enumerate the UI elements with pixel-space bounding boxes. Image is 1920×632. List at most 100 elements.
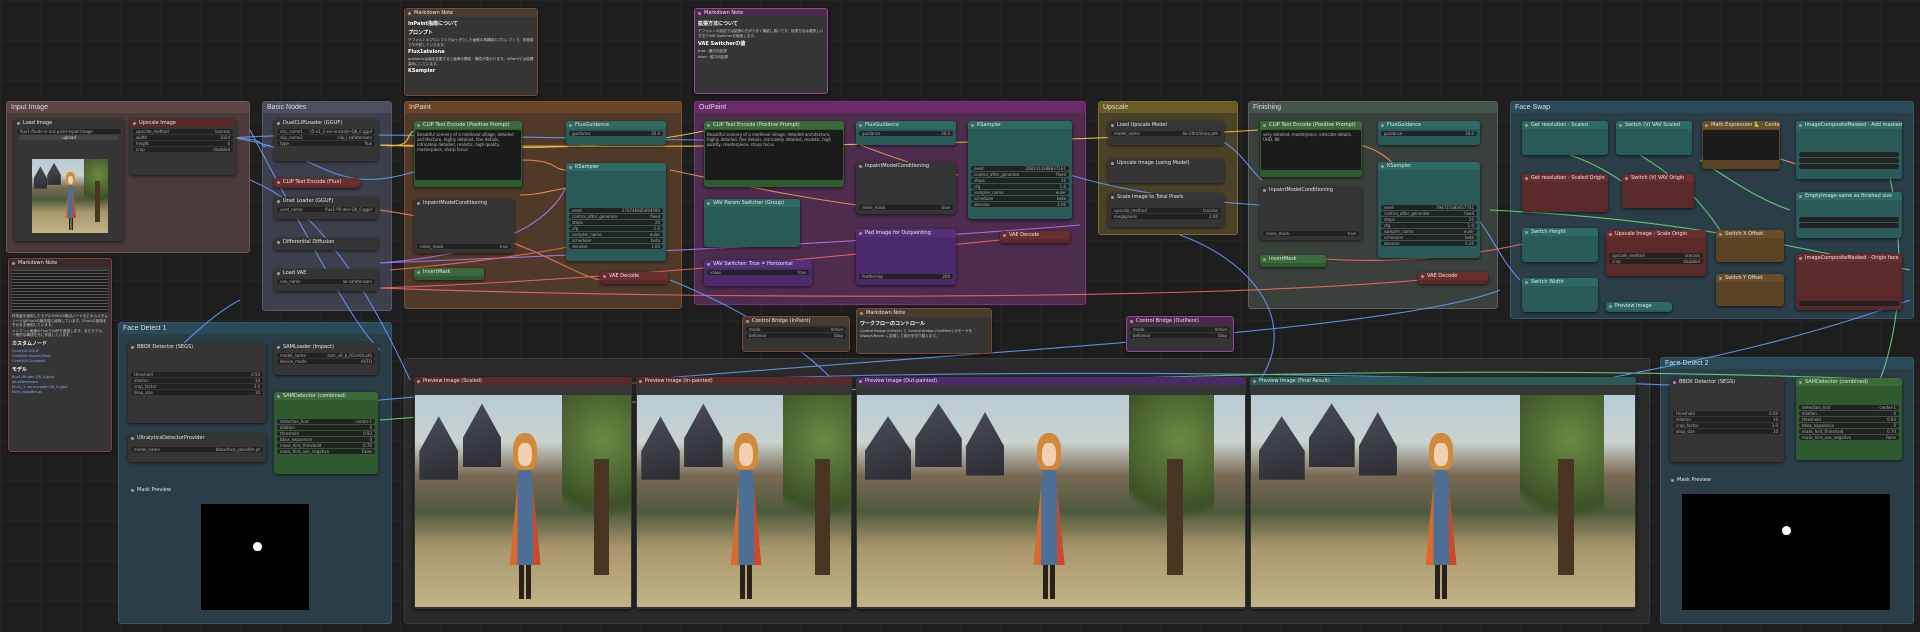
expression-textarea[interactable] (1703, 130, 1779, 160)
prompt-textarea[interactable]: Beautiful scenery of a medieval village,… (415, 130, 521, 180)
unet-name-field[interactable]: unet_name flux1-fill-dev-Q8_0.gguf (277, 207, 375, 212)
detection-hint-field[interactable]: detection_hint center-1 (1799, 405, 1899, 410)
guidance-field[interactable]: guidance 30.0 (569, 131, 663, 136)
finishing-clip-text-encode-node[interactable]: CLIP Text Encode (Positive Prompt) very … (1260, 121, 1362, 177)
bbox-detector-node[interactable]: BBOX Detector (SEGS) threshold 0.50 dila… (128, 343, 266, 423)
drop-size-field[interactable]: drop_size 10 (1673, 429, 1781, 434)
upscale-method-field[interactable]: upscale_method lanczos (133, 129, 233, 134)
dilation-field[interactable]: dilation 0 (277, 425, 375, 430)
sam-detector-2-node[interactable]: SAMDetector (combined) detection_hint ce… (1796, 378, 1902, 460)
control-bridge-inpaint-node[interactable]: Control Bridge (InPaint) mode Active beh… (742, 316, 850, 352)
upscale-method-field[interactable]: upscale_method lanczos (1609, 253, 1703, 258)
outpaint-inpaint-conditioning-node[interactable]: InpaintModelConditioning noise_mask true (856, 162, 956, 214)
mask-hint-threshold-field[interactable]: mask_hint_threshold 0.70 (1799, 429, 1899, 434)
load-vae-node[interactable]: Load VAE vae_name ae.safetensors (274, 269, 378, 291)
model-name-field[interactable]: model_name bbox/face_yolov8m.pt (131, 447, 263, 452)
batch-size-field[interactable] (1799, 217, 1899, 222)
preview-final-node[interactable]: Preview Image (Final Result) (1250, 377, 1636, 609)
finishing-ksampler-node[interactable]: KSampler seed 794725383457741 control_af… (1378, 162, 1480, 258)
unet-loader-node[interactable]: Unet Loader (GGUF) unet_name flux1-fill-… (274, 197, 378, 219)
clip-text-encode-flux-node[interactable]: CLIP Text Encode (Flux) (274, 178, 360, 188)
preview-outpainted-node[interactable]: Preview Image (Out-painted) (856, 377, 1246, 609)
mask-hint-negative-field[interactable]: mask_hint_use_negative False (1799, 435, 1899, 440)
behavior-field[interactable]: behavior Stop (1130, 333, 1230, 338)
clip-name2-field[interactable]: clip_name2 clip_l.safetensors (277, 135, 375, 140)
detection-hint-field[interactable]: detection_hint center-1 (277, 419, 375, 424)
sampler-field[interactable]: sampler_name euler (1381, 229, 1477, 234)
preview-scaled-node[interactable]: Preview Image (Scaled) (414, 377, 632, 609)
mask-hint-negative-field[interactable]: mask_hint_use_negative False (277, 449, 375, 454)
math-expression-node[interactable]: Math Expression 🐍 - Centering (1702, 121, 1780, 169)
y-field[interactable] (1799, 158, 1899, 163)
upscale-scale-origin-node[interactable]: Upscale Image - Scale Origin upscale_met… (1606, 230, 1706, 276)
type-field[interactable]: type flux (277, 141, 375, 146)
vae-name-field[interactable]: vae_name ae.safetensors (277, 279, 375, 284)
steps-field[interactable]: steps 20 (569, 220, 663, 225)
x-field[interactable] (1799, 152, 1899, 157)
crop-factor-field[interactable]: crop_factor 3.0 (131, 384, 263, 389)
guidance-field[interactable]: guidance 30.0 (859, 131, 953, 136)
control-field[interactable]: control_after_generate fixed (971, 172, 1069, 177)
seed-field[interactable]: seed 270746005694590 (569, 208, 663, 213)
cfg-field[interactable]: cfg 1.0 (971, 184, 1069, 189)
height-field[interactable]: height 0 (133, 141, 233, 146)
preview-inpainted-node[interactable]: Preview Image (In-painted) (636, 377, 852, 609)
threshold-field[interactable]: threshold 0.50 (131, 372, 263, 377)
cfg-field[interactable]: cfg 1.0 (1381, 223, 1477, 228)
resize-source-field[interactable] (1799, 164, 1899, 169)
upload-button[interactable]: upload (19, 135, 119, 140)
denoise-field[interactable]: denoise 1.00 (971, 202, 1069, 207)
control-bridge-outpaint-node[interactable]: Control Bridge (OutPaint) mode Active be… (1126, 316, 1234, 352)
noise-mask-field[interactable]: noise_mask true (1263, 231, 1359, 236)
device-mode-field[interactable]: device_mode AUTO (277, 359, 375, 364)
mask-preview-node[interactable]: Mask Preview (128, 486, 382, 616)
drop-size-field[interactable]: drop_size 10 (131, 390, 263, 395)
bbox-expansion-field[interactable]: bbox_expansion 0 (1799, 423, 1899, 428)
finishing-flux-guidance-node[interactable]: FluxGuidance guidance 30.0 (1378, 121, 1480, 145)
finishing-invert-mask-node[interactable]: InvertMask (1260, 255, 1326, 267)
steps-field[interactable]: steps 20 (971, 178, 1069, 183)
inpaint-ksampler-node[interactable]: KSampler seed 270746005694590 control_af… (566, 163, 666, 261)
sam-loader-node[interactable]: SAMLoader (Impact) model_name sam_vit_b_… (274, 343, 378, 375)
inpaint-vae-decode-node[interactable]: VAE Decode (600, 272, 668, 284)
control-field[interactable]: control_after_generate fixed (569, 214, 663, 219)
image-composite-add-face-node[interactable]: ImageCompositeMasked - Add masked Face (1796, 121, 1902, 179)
markdown-note-outpaint[interactable]: Markdown Note 拡張方法について デフォルトの設定では拡張の方がうま… (694, 8, 828, 94)
markdown-note-inpaint[interactable]: Markdown Note InPaint指南について プロンプト デフォルトの… (404, 8, 538, 96)
ultralytics-provider-node[interactable]: UltralyticsDetectorProvider model_name b… (128, 434, 266, 462)
seed-field[interactable]: seed 794725383457741 (1381, 205, 1477, 210)
crop-factor-field[interactable]: crop_factor 3.0 (1673, 423, 1781, 428)
image-composite-origin-face-node[interactable]: ImageCompositeMasked - Origin face (1796, 254, 1902, 310)
scale-total-pixels-node[interactable]: Scale Image to Total Pixels upscale_meth… (1108, 193, 1224, 227)
value-field[interactable]: value true (707, 270, 809, 275)
outpaint-ksampler-node[interactable]: KSampler seed 2081414388837161 control_a… (968, 121, 1072, 219)
model-name-field[interactable]: model_name 4x-UltraSharp.pth (1111, 131, 1221, 136)
link-model[interactable]: face_yolov8m.pt (12, 390, 108, 395)
switch-vav-origin-node[interactable]: Switch (V) VAV Origin (1622, 174, 1694, 208)
empty-image-node[interactable]: EmptyImage-same as finished size (1796, 192, 1902, 238)
differential-diffusion-node[interactable]: Differential Diffusion (274, 238, 378, 250)
upscale-using-model-node[interactable]: Upscale Image (using Model) (1108, 159, 1224, 183)
scheduler-field[interactable]: scheduler beta (569, 238, 663, 243)
threshold-field[interactable]: threshold 0.93 (1799, 417, 1899, 422)
crop-field[interactable]: crop disabled (1609, 259, 1703, 264)
denoise-field[interactable]: denoise 1.00 (569, 244, 663, 249)
outpaint-flux-guidance-node[interactable]: FluxGuidance guidance 30.0 (856, 121, 956, 145)
bbox-expansion-field[interactable]: bbox_expansion 0 (277, 437, 375, 442)
guidance-field[interactable]: guidance 30.0 (1381, 131, 1477, 136)
model-name-field[interactable]: model_name sam_vit_b_01ec64.pth (277, 353, 375, 358)
seed-field[interactable]: seed 2081414388837161 (971, 166, 1069, 171)
switch-height-node[interactable]: Switch Height (1522, 228, 1598, 262)
finishing-inpaint-conditioning-node[interactable]: InpaintModelConditioning noise_mask true (1260, 186, 1362, 240)
mode-field[interactable]: mode Active (746, 327, 846, 332)
get-resolution-origin-node[interactable]: Get resolution - Scaled Origin (1522, 174, 1608, 212)
threshold-field[interactable]: threshold 0.50 (1673, 411, 1781, 416)
markdown-note-info[interactable]: Markdown Note 作成者を使用したモデルやSEGS検出ノードなどのカス… (8, 258, 112, 452)
upscale-image-node[interactable]: Upscale Image upscale_method lanczos wid… (130, 119, 236, 175)
dilation-field[interactable]: dilation 10 (131, 378, 263, 383)
load-image-node[interactable]: Load Image flux1-fluids-in-out-paint-inp… (14, 119, 124, 241)
noise-mask-field[interactable]: noise_mask true (859, 205, 953, 210)
color-field[interactable] (1799, 223, 1899, 228)
dilation-field[interactable]: dilation 0 (1799, 411, 1899, 416)
prompt-textarea[interactable]: very detailed, masterpiece, intricate de… (1261, 130, 1361, 170)
